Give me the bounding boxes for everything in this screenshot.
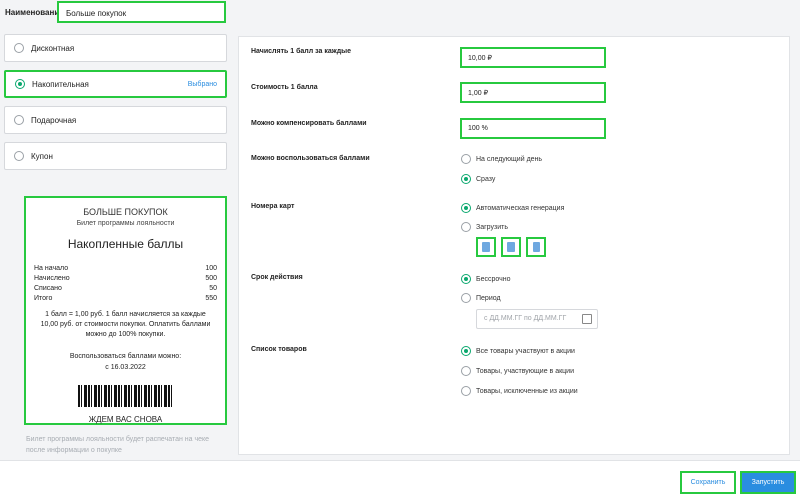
radio-checked-icon: [461, 346, 471, 356]
file-download-icon: [507, 242, 515, 252]
radio-icon: [14, 43, 24, 53]
row-value: 100: [205, 265, 217, 272]
ticket-use-label: Воспользоваться баллами можно:: [69, 353, 182, 360]
cards-option-auto[interactable]: Автоматическая генерация: [461, 203, 564, 213]
ticket-subtitle: Билет программы лояльности: [76, 220, 175, 227]
cards-label: Номера карт: [251, 203, 295, 210]
radio-checked-icon: [461, 274, 471, 284]
accrual-label: Начислять 1 балл за каждые: [251, 48, 352, 55]
period-input[interactable]: с ДД.ММ.ГГ по ДД.ММ.ГГ: [476, 309, 598, 329]
row-value: 550: [205, 295, 217, 302]
radio-icon: [461, 222, 471, 232]
validity-label: Срок действия: [251, 274, 303, 281]
row-label: Начислено: [34, 275, 70, 282]
row-value: 50: [209, 285, 217, 292]
option-label: На следующий день: [476, 155, 543, 163]
goods-option-all[interactable]: Все товары участвуют в акции: [461, 346, 575, 356]
ticket-row: Списано 50: [34, 285, 217, 292]
goods-option-included[interactable]: Товары, участвующие в акции: [461, 366, 574, 376]
radio-icon: [14, 115, 24, 125]
row-value: 500: [205, 275, 217, 282]
save-button[interactable]: Сохранить: [680, 471, 736, 494]
option-label: Все товары участвуют в акции: [476, 347, 575, 355]
ticket-footer: ЖДЕМ ВАС СНОВА: [88, 415, 163, 424]
file-upload-icon: [482, 242, 490, 252]
ticket-heading: Накопленные баллы: [67, 237, 184, 251]
ticket-title: БОЛЬШЕ ПОКУПОК: [83, 207, 168, 217]
option-label: Автоматическая генерация: [476, 204, 565, 212]
option-label: Загрузить: [476, 223, 508, 231]
period-placeholder: с ДД.ММ.ГГ по ДД.ММ.ГГ: [484, 315, 567, 322]
ticket-use-date: с 16.03.2022: [105, 364, 146, 371]
option-label: Сразу: [476, 175, 496, 183]
run-button[interactable]: Запустить: [740, 471, 796, 494]
use-label: Можно воспользоваться баллами: [251, 155, 370, 162]
goods-option-excluded[interactable]: Товары, исключенные из акции: [461, 386, 578, 396]
type-card-coupon[interactable]: Купон: [4, 142, 227, 170]
ticket-note: 1 балл = 1,00 руб. 1 балл начисляется за…: [40, 311, 211, 338]
cost-label: Стоимость 1 балла: [251, 84, 318, 91]
type-label: Подарочная: [31, 115, 77, 125]
use-option-immediately[interactable]: Сразу: [461, 174, 495, 184]
action-bar: Сохранить Запустить: [0, 460, 800, 496]
radio-checked-icon: [15, 79, 25, 89]
row-label: Списано: [34, 285, 62, 292]
name-label: Наименование: [5, 8, 64, 17]
ticket-row: На начало 100: [34, 265, 217, 272]
cost-input[interactable]: 1,00 ₽: [460, 82, 606, 103]
compensate-label: Можно компенсировать баллами: [251, 120, 367, 127]
accrual-input[interactable]: 10,00 ₽: [460, 47, 606, 68]
selected-badge: Выбрано: [187, 80, 217, 88]
radio-icon: [461, 366, 471, 376]
option-label: Период: [476, 294, 501, 302]
validity-option-unlimited[interactable]: Бессрочно: [461, 274, 511, 284]
barcode-image: [77, 385, 174, 407]
ticket-row: Итого 550: [34, 295, 217, 302]
compensate-input[interactable]: 100 %: [460, 118, 606, 139]
option-label: Товары, исключенные из акции: [476, 387, 578, 395]
type-card-cumulative[interactable]: Накопительная Выбрано: [4, 70, 227, 98]
option-label: Товары, участвующие в акции: [476, 367, 574, 375]
name-row: Наименование Больше покупок: [0, 0, 800, 26]
settings-panel: Начислять 1 балл за каждые 10,00 ₽ Стоим…: [238, 36, 790, 455]
cards-option-upload[interactable]: Загрузить: [461, 222, 508, 232]
type-label: Купон: [31, 151, 53, 161]
radio-icon: [461, 293, 471, 303]
type-card-gift[interactable]: Подарочная: [4, 106, 227, 134]
print-note: Билет программы лояльности будет распеча…: [26, 436, 210, 454]
option-label: Бессрочно: [476, 275, 511, 283]
type-card-discount[interactable]: Дисконтная: [4, 34, 227, 62]
ticket-rows: На начало 100 Начислено 500 Списано 50 Итог…: [34, 265, 217, 302]
use-option-next-day[interactable]: На следующий день: [461, 154, 542, 164]
goods-label: Список товаров: [251, 346, 307, 353]
file-upload-button[interactable]: [476, 237, 496, 257]
type-label: Дисконтная: [31, 43, 75, 53]
file-download-button[interactable]: [501, 237, 521, 257]
radio-checked-icon: [461, 203, 471, 213]
trash-icon: [532, 242, 540, 252]
ticket-preview: БОЛЬШЕ ПОКУПОК Билет программы лояльност…: [24, 196, 227, 425]
radio-icon: [461, 386, 471, 396]
calendar-icon[interactable]: [582, 314, 592, 324]
delete-button[interactable]: [526, 237, 546, 257]
name-input[interactable]: Больше покупок: [57, 1, 226, 23]
program-type-list: Дисконтная Накопительная Выбрано Подароч…: [4, 34, 227, 178]
validity-option-period[interactable]: Период: [461, 293, 501, 303]
radio-icon: [461, 154, 471, 164]
ticket-row: Начислено 500: [34, 275, 217, 282]
type-label: Накопительная: [32, 79, 89, 89]
row-label: Итого: [34, 295, 53, 302]
radio-icon: [14, 151, 24, 161]
radio-checked-icon: [461, 174, 471, 184]
row-label: На начало: [34, 265, 69, 272]
